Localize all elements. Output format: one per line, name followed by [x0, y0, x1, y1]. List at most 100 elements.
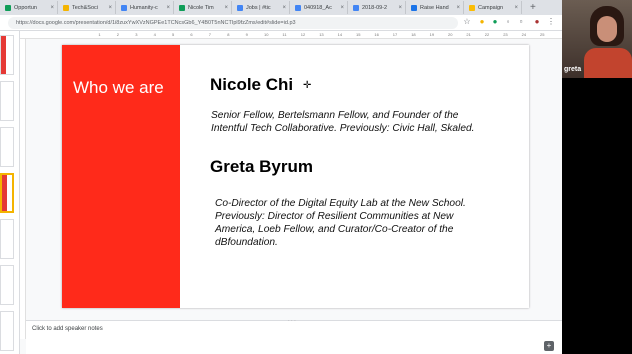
browser-window: + Opportun × Tech&Soci × Humanity-c × Nicole T…	[0, 0, 562, 354]
explore-icon[interactable]: +	[544, 341, 554, 351]
extension-icon[interactable]: ▫	[516, 17, 526, 27]
speaker-notes[interactable]: · · · Click to add speaker notes +	[26, 318, 562, 354]
slide-thumbnail[interactable]	[0, 81, 14, 121]
horizontal-ruler: 1 2 3 4 5 6 7 8 9 10 11 12 13 14 15 16 17 18 19 20 21 22 23 24 2…	[20, 31, 562, 39]
description-line: Previously: Director of Resilient Commun…	[215, 211, 454, 222]
ruler-tick: 23	[503, 32, 508, 37]
close-tab-icon[interactable]: ×	[224, 5, 228, 11]
browser-tab[interactable]: 2018-09-2 ×	[350, 1, 406, 14]
browser-tab[interactable]: Campaign ×	[466, 1, 522, 14]
ruler-tick: 15	[356, 32, 361, 37]
tab-label: Jobs | #tic	[246, 4, 271, 11]
ruler-tick: 8	[227, 32, 230, 37]
tab-strip: + Opportun × Tech&Soci × Humanity-c × Nicole T…	[0, 0, 562, 15]
ruler-tick: 5	[172, 32, 175, 37]
tab-favicon-icon	[63, 4, 69, 11]
browser-tab[interactable]: Opportun ×	[2, 1, 58, 14]
ruler-tick: 10	[264, 32, 269, 37]
close-tab-icon[interactable]: ×	[50, 5, 54, 11]
description-line: Co-Director of the Digital Equity Lab at…	[215, 198, 466, 209]
menu-icon[interactable]: ⋮	[546, 17, 556, 27]
address-bar[interactable]: https://docs.google.com/presentation/d/1…	[8, 17, 458, 29]
ruler-tick: 16	[374, 32, 379, 37]
close-tab-icon[interactable]: ×	[108, 5, 112, 11]
browser-tab[interactable]: Tech&Soci ×	[60, 1, 116, 14]
slide-thumbnail[interactable]	[0, 127, 14, 167]
tab-favicon-icon	[179, 4, 185, 11]
vertical-ruler	[20, 39, 26, 339]
extension-icon[interactable]: ●	[490, 17, 500, 27]
resize-handle[interactable]: · · ·	[288, 318, 296, 324]
ruler-tick: 3	[135, 32, 138, 37]
avatar[interactable]: ●	[532, 17, 542, 27]
close-tab-icon[interactable]: ×	[456, 5, 460, 11]
slides-editor: 1 2 3 4 5 6 7 8 9 10 11 12 13 14 15 16 17 18 19 20 21 22 23 24 2…	[0, 31, 562, 354]
ruler-tick: 12	[300, 32, 306, 37]
ruler-tick: 21	[466, 32, 471, 37]
tab-label: 040918_Ac	[304, 4, 332, 11]
person-name[interactable]: Greta Byrum	[210, 157, 313, 177]
ruler-tick: 1	[98, 32, 101, 37]
browser-tab[interactable]: Humanity-c ×	[118, 1, 174, 14]
address-toolbar: https://docs.google.com/presentation/d/1…	[0, 15, 562, 31]
slide-thumbnail[interactable]	[0, 173, 14, 213]
ruler-tick: 9	[245, 32, 248, 37]
tab-label: Nicole Tim	[188, 4, 214, 11]
close-tab-icon[interactable]: ×	[514, 5, 518, 11]
ruler-tick: 13	[319, 32, 324, 37]
slide-canvas[interactable]: Who we are Nicole Chi ✛ Senior Fellow, B…	[62, 45, 529, 308]
ruler-tick: 19	[429, 32, 435, 37]
move-cursor-icon: ✛	[303, 80, 312, 91]
ruler-tick: 22	[484, 32, 490, 37]
close-tab-icon[interactable]: ×	[282, 5, 286, 11]
extension-icon[interactable]: ◦	[503, 17, 513, 27]
slide-filmstrip	[0, 31, 20, 354]
red-sidebar: Who we are	[62, 45, 180, 308]
tab-favicon-icon	[5, 4, 11, 11]
browser-tab[interactable]: Raise Hand ×	[408, 1, 464, 14]
description-line: dBfoundation.	[215, 237, 278, 248]
tab-label: Campaign	[478, 4, 504, 11]
tab-label: Tech&Soci	[72, 4, 98, 11]
webcam-feed: greta	[562, 0, 632, 78]
participant-name: greta	[564, 66, 582, 73]
extension-icon[interactable]: ●	[477, 17, 487, 27]
ruler-tick: 14	[337, 32, 343, 37]
ruler-tick: 24	[521, 32, 527, 37]
browser-tab[interactable]: Nicole Tim ×	[176, 1, 232, 14]
tab-favicon-icon	[353, 4, 359, 11]
ruler-tick: 25	[540, 32, 545, 37]
tab-favicon-icon	[469, 4, 475, 11]
slide-thumbnail[interactable]	[0, 311, 14, 351]
tab-favicon-icon	[121, 4, 127, 11]
tab-label: Opportun	[14, 4, 37, 11]
ruler-tick: 2	[116, 32, 120, 37]
person-description[interactable]: Senior Fellow, Bertelsmann Fellow, and F…	[211, 109, 475, 135]
ruler-tick: 20	[448, 32, 453, 37]
slide-thumbnail[interactable]	[0, 265, 14, 305]
close-tab-icon[interactable]: ×	[166, 5, 170, 11]
tab-label: Humanity-c	[130, 4, 158, 11]
description-line: Senior Fellow, Bertelsmann Fellow, and F…	[211, 110, 459, 121]
close-tab-icon[interactable]: ×	[398, 5, 402, 11]
star-icon[interactable]: ☆	[462, 17, 472, 27]
ruler-tick: 7	[208, 32, 212, 37]
person-name[interactable]: Nicole Chi	[210, 75, 293, 95]
new-tab-button[interactable]: +	[530, 2, 536, 13]
browser-tab[interactable]: 040918_Ac ×	[292, 1, 348, 14]
tab-favicon-icon	[295, 4, 301, 11]
browser-tab[interactable]: Jobs | #tic ×	[234, 1, 290, 14]
person-description[interactable]: Co-Director of the Digital Equity Lab at…	[215, 197, 466, 249]
tab-favicon-icon	[237, 4, 243, 11]
slide-thumbnail[interactable]	[0, 35, 14, 75]
speaker-notes-placeholder: Click to add speaker notes	[32, 326, 103, 332]
ruler-tick: 17	[392, 32, 398, 37]
ruler-tick: 4	[153, 32, 156, 37]
slide-thumbnail[interactable]	[0, 219, 14, 259]
ruler-tick: 6	[190, 32, 193, 37]
close-tab-icon[interactable]: ×	[340, 5, 344, 11]
description-line: Intentful Tech Collaborative. Previously…	[211, 123, 475, 134]
tab-favicon-icon	[411, 4, 417, 11]
ruler-tick: 18	[411, 32, 416, 37]
tab-label: 2018-09-2	[362, 4, 388, 11]
